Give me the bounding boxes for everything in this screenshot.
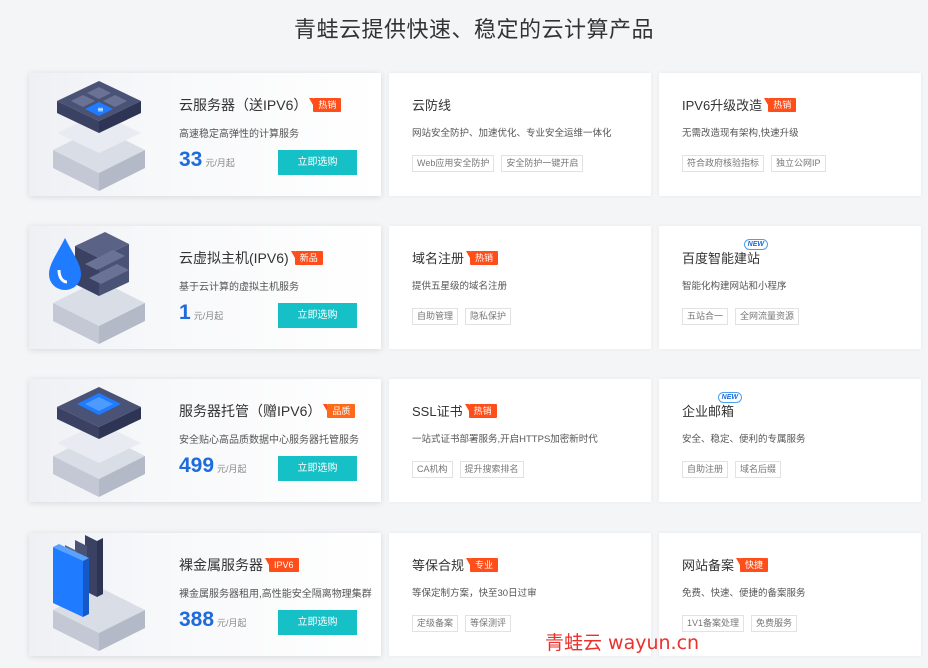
buy-button[interactable]: 立即选购 [278,150,357,175]
new-badge: 新品 [290,251,323,265]
price: 1 元/月起 [179,301,223,325]
product-title: 网站备案 快捷 [682,555,769,574]
new-tag: NEW [743,239,769,250]
product-card-ipv6-upgrade[interactable]: IPV6升级改造 热销 无需改造现有架构,快速升级 符合政府核验指标 独立公网IP [659,73,921,196]
product-card-virtual-host[interactable]: 云虚拟主机(IPV6) 新品 基于云计算的虚拟主机服务 1 元/月起 立即选购 [29,226,381,349]
feature-tag: 全网流量资源 [735,308,800,325]
server-calculator-icon: ≡ [53,81,145,191]
page-title: 青蛙云提供快速、稳定的云计算产品 [293,17,654,42]
server-drop-icon [49,232,145,344]
price-unit: 元/月起 [193,311,224,321]
product-desc: 无需改造现有架构,快速升级 [682,128,799,139]
feature-tag: CA机构 [412,461,453,478]
product-title: SSL证书 热销 [412,401,497,420]
watermark: 青蛙云 wayun.cn [545,632,700,654]
feature-tag: 自助注册 [682,461,729,478]
server-chip-icon [53,387,145,497]
feature-tag: 安全防护一键开启 [501,155,584,172]
product-desc: 裸金属服务器租用,高性能安全隔离物理集群 [179,589,372,600]
product-desc: 基于云计算的虚拟主机服务 [179,282,299,293]
ipv6-badge: IPV6 [265,558,299,572]
price-value: 1 [179,301,191,324]
product-card-colocation[interactable]: 服务器托管（赠IPV6） 品质 安全贴心高品质数据中心服务器托管服务 499 元/月… [29,379,381,502]
price: 388 元/月起 [179,608,247,632]
fast-badge: 快捷 [736,558,769,572]
product-title: 等保合规 专业 [412,555,499,574]
feature-tag: 隐私保护 [465,308,512,325]
product-card-cloud-server[interactable]: ≡ 云服务器（送IPV6） 热销 高速稳定高弹性的计算服务 33 元/月起 立即选购 [29,73,381,196]
feature-tag: 五站合一 [682,308,729,325]
price-unit: 元/月起 [217,464,247,474]
tag-list: CA机构 提升搜索排名 [412,459,531,478]
quality-badge: 品质 [323,404,356,418]
price-unit: 元/月起 [217,618,247,628]
hot-badge: 热销 [764,98,797,112]
tag-list: Web应用安全防护 安全防护一键开启 [412,153,590,172]
product-title: 云服务器（送IPV6） 热销 [179,95,342,115]
product-desc: 网站安全防护、加速优化、专业安全运维一体化 [412,128,612,139]
feature-tag: 独立公网IP [771,155,826,172]
product-title: 百度智能建站 NEW [682,239,769,267]
hot-badge: 热销 [466,251,499,265]
new-tag: NEW [717,392,743,403]
product-desc: 提供五星级的域名注册 [412,281,508,292]
product-desc: 等保定制方案，快至30日过审 [412,588,537,599]
feature-tag: 提升搜索排名 [459,461,524,478]
tag-list: 符合政府核验指标 独立公网IP [682,153,833,172]
hot-badge: 热销 [309,98,342,112]
svg-text:≡: ≡ [97,105,104,114]
buy-button[interactable]: 立即选购 [278,303,357,328]
buy-button[interactable]: 立即选购 [278,610,357,635]
price-value: 33 [179,148,203,171]
price-unit: 元/月起 [205,158,235,168]
price-value: 499 [179,454,215,477]
buy-button[interactable]: 立即选购 [278,456,357,481]
product-desc: 安全、稳定、便利的专属服务 [682,434,806,445]
tag-list: 五站合一 全网流量资源 [682,306,806,325]
product-desc: 智能化构建网站和小程序 [682,281,787,292]
feature-tag: 自助管理 [412,308,459,325]
product-title: 云虚拟主机(IPV6) 新品 [179,248,323,268]
product-card-enterprise-mail[interactable]: 企业邮箱 NEW 安全、稳定、便利的专属服务 自助注册 域名后缀 [659,379,921,502]
product-card-cloud-defense[interactable]: 云防线 网站安全防护、加速优化、专业安全运维一体化 Web应用安全防护 安全防护一… [389,73,651,196]
feature-tag: Web应用安全防护 [412,155,495,172]
tag-list: 自助管理 隐私保护 [412,306,518,325]
tag-list: 自助注册 域名后缀 [682,459,788,478]
product-desc: 高速稳定高弹性的计算服务 [179,129,299,140]
feature-tag: 免费服务 [751,615,798,632]
tag-list: 1V1备案处理 免费服务 [682,613,804,632]
product-title: 企业邮箱 NEW [682,392,743,420]
price-value: 388 [179,608,215,631]
price: 33 元/月起 [179,148,235,172]
hot-badge: 热销 [464,404,497,418]
product-title: 域名注册 热销 [412,248,499,267]
product-title: 云防线 [412,98,452,113]
tag-list: 定级备案 等保测评 [412,613,518,632]
product-card-domain[interactable]: 域名注册 热销 提供五星级的域名注册 自助管理 隐私保护 [389,226,651,349]
product-desc: 免费、快速、便捷的备案服务 [682,588,806,599]
product-desc: 安全贴心高品质数据中心服务器托管服务 [179,435,359,446]
feature-tag: 定级备案 [412,615,459,632]
feature-tag: 符合政府核验指标 [682,155,765,172]
product-card-ssl[interactable]: SSL证书 热销 一站式证书部署服务,开启HTTPS加密新时代 CA机构 提升搜索排… [389,379,651,502]
product-desc: 一站式证书部署服务,开启HTTPS加密新时代 [412,434,598,445]
feature-tag: 等保测评 [465,615,512,632]
feature-tag: 域名后缀 [735,461,782,478]
pro-badge: 专业 [466,558,499,572]
product-card-bare-metal[interactable]: 裸金属服务器 IPV6 裸金属服务器租用,高性能安全隔离物理集群 388 元/月起 … [29,533,381,656]
price: 499 元/月起 [179,454,247,478]
server-rack-icon [53,535,145,651]
product-title: 服务器托管（赠IPV6） 品质 [179,401,356,421]
product-title: 裸金属服务器 IPV6 [179,555,299,575]
product-card-baidu-site[interactable]: 百度智能建站 NEW 智能化构建网站和小程序 五站合一 全网流量资源 [659,226,921,349]
product-title: IPV6升级改造 热销 [682,95,797,114]
